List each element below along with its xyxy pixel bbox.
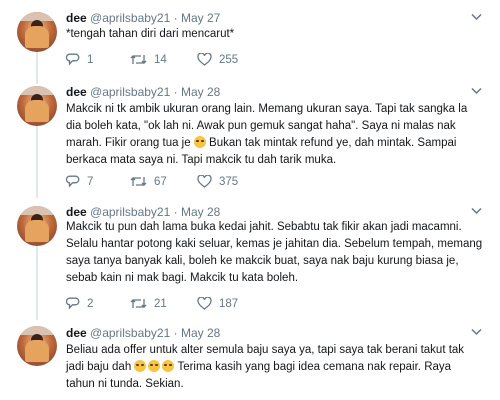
tweet-line: saya tanya banyak kali, boleh ke makcik …: [66, 255, 459, 267]
like-count: 255: [219, 53, 239, 66]
user-handle[interactable]: @aprilsbaby21: [90, 326, 170, 340]
chevron-down-icon[interactable]: [471, 12, 482, 24]
reply-count: 7: [87, 175, 94, 188]
display-name[interactable]: dee: [66, 326, 87, 340]
tweet-line: Beliau ada offer untuk alter semula baju…: [66, 344, 465, 356]
like-count: 187: [219, 297, 239, 310]
reply-icon: [66, 175, 80, 188]
chevron-down-icon[interactable]: [471, 327, 482, 339]
tweet-date[interactable]: May 28: [181, 326, 220, 340]
tweet-line-part: Terima kasih yang bagi idea cemana nak r…: [177, 361, 452, 373]
reply-icon: [66, 297, 80, 310]
tweet-line: *tengah tahan diri dari mencarut*: [66, 28, 235, 40]
like-button[interactable]: 255: [197, 53, 238, 66]
reply-button[interactable]: 2: [66, 297, 93, 310]
separator-dot: ·: [173, 85, 178, 99]
retweet-icon: [130, 55, 147, 64]
chevron-down-icon[interactable]: [471, 86, 482, 98]
tweet-text: Beliau ada offer untuk alter semula baju…: [66, 342, 484, 393]
retweet-count: 67: [154, 175, 167, 188]
retweet-count: 21: [154, 297, 167, 310]
tweet-text: *tengah tahan diri dari mencarut*: [66, 26, 484, 43]
tweet[interactable]: dee @aprilsbaby21 · May 28 Beliau ada of…: [0, 316, 500, 400]
like-button[interactable]: 187: [197, 297, 238, 310]
tweet-line: Makcik tu pun dah lama buka kedai jahit.…: [66, 221, 462, 233]
tweet[interactable]: dee @aprilsbaby21 · May 28 Makcik ni tk …: [0, 76, 500, 196]
avatar[interactable]: [17, 12, 57, 52]
tweet[interactable]: dee @aprilsbaby21 · May 28 Makcik tu pun…: [0, 196, 500, 316]
tweet-line: berkaca mata saya ni. Tapi makcik tu dah…: [66, 154, 337, 166]
tweet-date[interactable]: May 28: [181, 205, 220, 219]
tweet-header: dee @aprilsbaby21 · May 28: [66, 85, 220, 99]
reply-button[interactable]: 7: [66, 175, 93, 188]
like-count: 375: [219, 175, 239, 188]
tweet-line: tahun ni tunda. Sekian.: [66, 378, 184, 390]
reply-count: 1: [87, 53, 94, 66]
user-handle[interactable]: @aprilsbaby21: [90, 205, 170, 219]
display-name[interactable]: dee: [66, 11, 87, 25]
tweet-header: dee @aprilsbaby21 · May 27: [66, 11, 220, 25]
retweet-button[interactable]: 14: [130, 53, 167, 66]
reply-count: 2: [87, 297, 94, 310]
tweet-date[interactable]: May 27: [181, 11, 220, 25]
grinning-sweat-emoji-icon: [134, 360, 147, 372]
tweet-line: Makcik ni tk ambik ukuran orang lain. Me…: [66, 103, 468, 115]
retweet-button[interactable]: 21: [130, 297, 167, 310]
display-name[interactable]: dee: [66, 205, 87, 219]
avatar[interactable]: [17, 206, 57, 246]
tweet-line-part: jadi baju dah: [66, 361, 132, 373]
user-handle[interactable]: @aprilsbaby21: [90, 11, 170, 25]
avatar[interactable]: [17, 326, 57, 366]
like-button[interactable]: 375: [197, 175, 238, 188]
tweet-date[interactable]: May 28: [181, 85, 220, 99]
grinning-sweat-emoji-icon: [148, 360, 161, 372]
reply-icon: [66, 53, 80, 66]
tweet[interactable]: dee @aprilsbaby21 · May 27 *tengah tahan…: [0, 0, 500, 80]
retweet-count: 14: [154, 53, 167, 66]
separator-dot: ·: [173, 326, 178, 340]
retweet-button[interactable]: 67: [130, 175, 167, 188]
grinning-sweat-emoji-icon: [162, 360, 175, 372]
retweet-icon: [130, 299, 147, 308]
tweet-line-part: marah. Fikir orang tua je: [66, 137, 191, 149]
avatar[interactable]: [17, 86, 57, 126]
tweet-line: sebab kain ni mak bagi. Makcik tu kata b…: [66, 272, 299, 284]
tweet-line: dia boleh kata, "ok lah ni. Awak pun gem…: [66, 120, 456, 132]
separator-dot: ·: [173, 205, 178, 219]
tweet-line: marah. Fikir orang tua je Bukan tak mint…: [66, 135, 484, 152]
tweet-header: dee @aprilsbaby21 · May 28: [66, 326, 220, 340]
heart-icon: [197, 175, 212, 188]
user-handle[interactable]: @aprilsbaby21: [90, 85, 170, 99]
tweet-header: dee @aprilsbaby21 · May 28: [66, 205, 220, 219]
reply-button[interactable]: 1: [66, 53, 93, 66]
chevron-down-icon[interactable]: [471, 206, 482, 218]
tweet-text: Makcik ni tk ambik ukuran orang lain. Me…: [66, 101, 484, 169]
tweet-text: Makcik tu pun dah lama buka kedai jahit.…: [66, 219, 484, 287]
display-name[interactable]: dee: [66, 85, 87, 99]
separator-dot: ·: [173, 11, 178, 25]
grinning-sweat-emoji-icon: [193, 136, 206, 148]
tweet-line-part: Bukan tak mintak refund ye, dah mintak. …: [209, 137, 457, 149]
heart-icon: [197, 297, 212, 310]
tweet-line: Selalu hantar potong kaki seluar, kemas …: [66, 238, 483, 250]
retweet-icon: [130, 177, 147, 186]
heart-icon: [197, 53, 212, 66]
tweet-line: jadi baju dah Terima kasih yang bagi ide…: [66, 359, 484, 376]
